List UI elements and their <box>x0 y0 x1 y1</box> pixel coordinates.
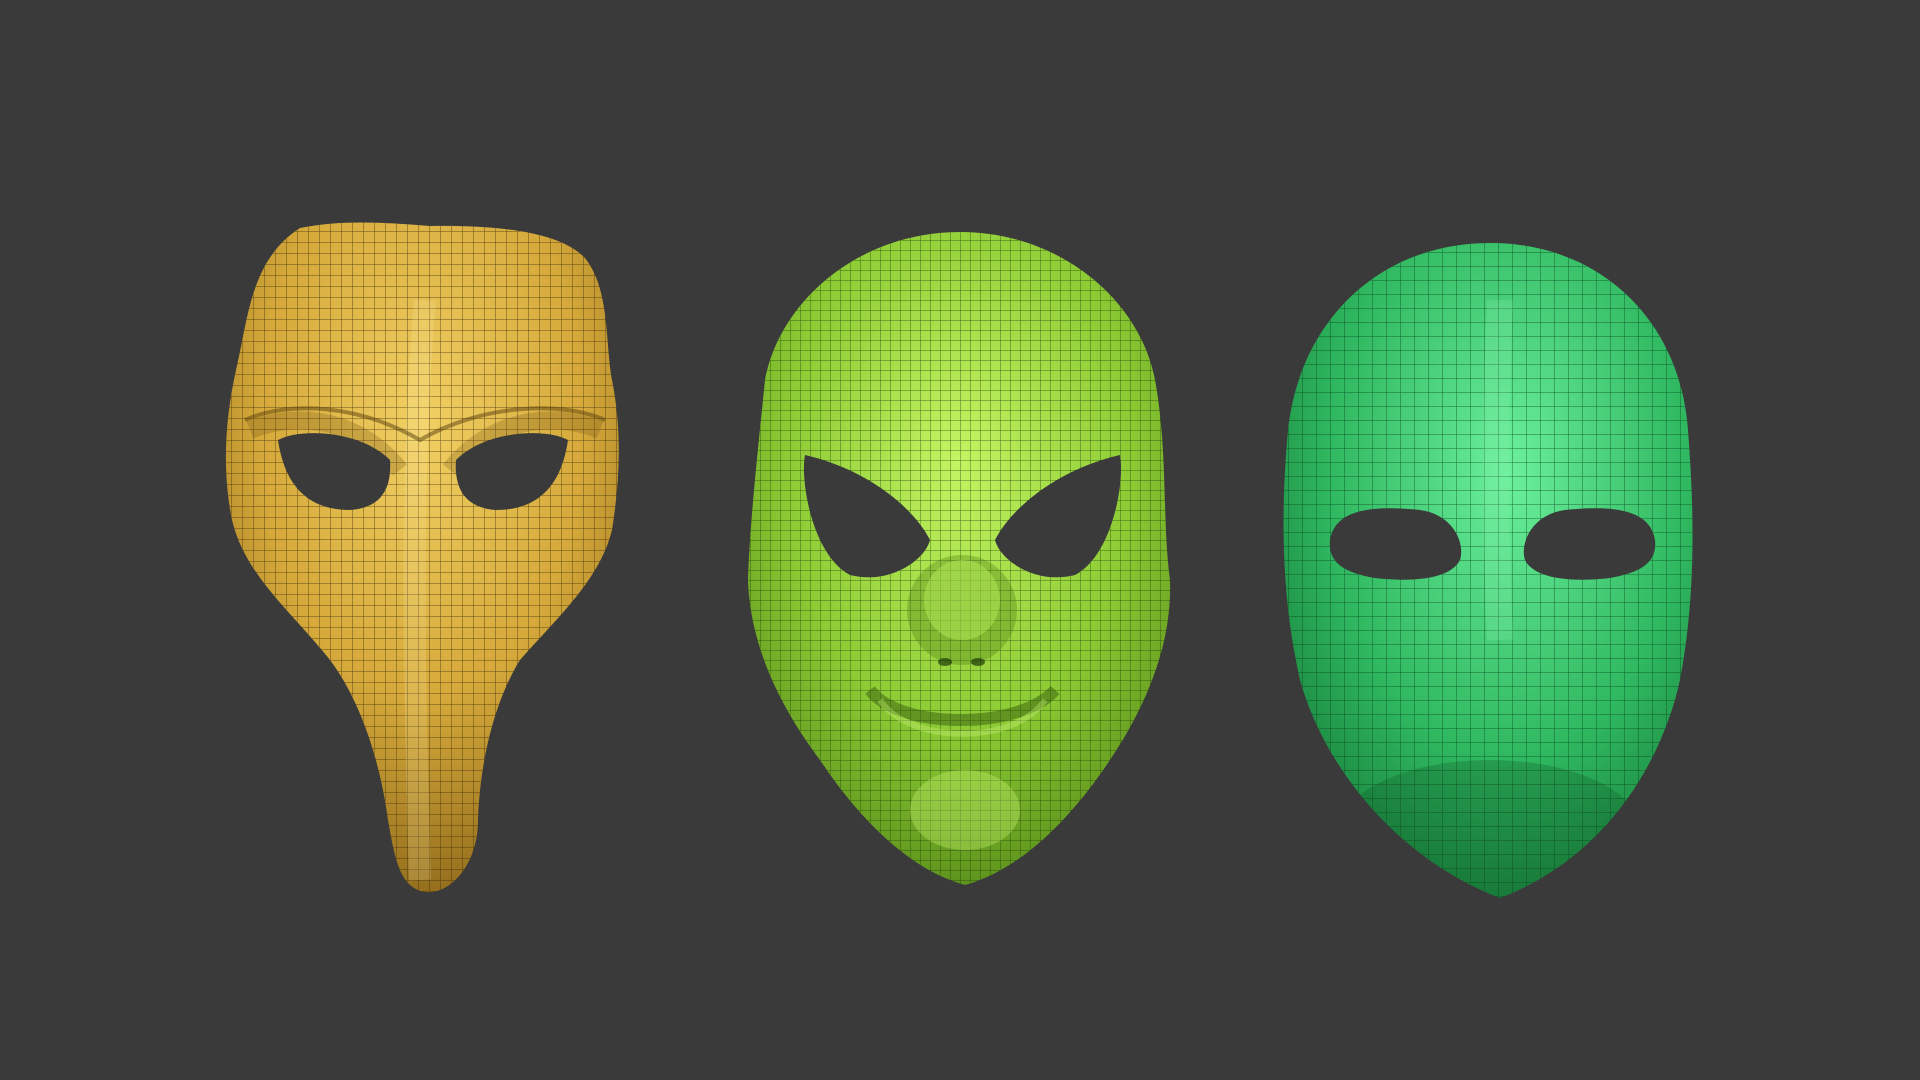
grinning-face-mask-nostril-left <box>938 658 952 666</box>
viewport <box>0 0 1920 1080</box>
plague-doctor-mask <box>225 222 619 893</box>
grinning-face-mask <box>748 232 1171 885</box>
blank-oval-mask-left-eye <box>1329 508 1462 580</box>
blank-oval-mask-right-eye <box>1523 508 1656 580</box>
blank-oval-mask <box>1283 243 1693 898</box>
scene-canvas <box>225 222 1693 898</box>
grinning-face-mask-nostril-right <box>971 658 985 666</box>
